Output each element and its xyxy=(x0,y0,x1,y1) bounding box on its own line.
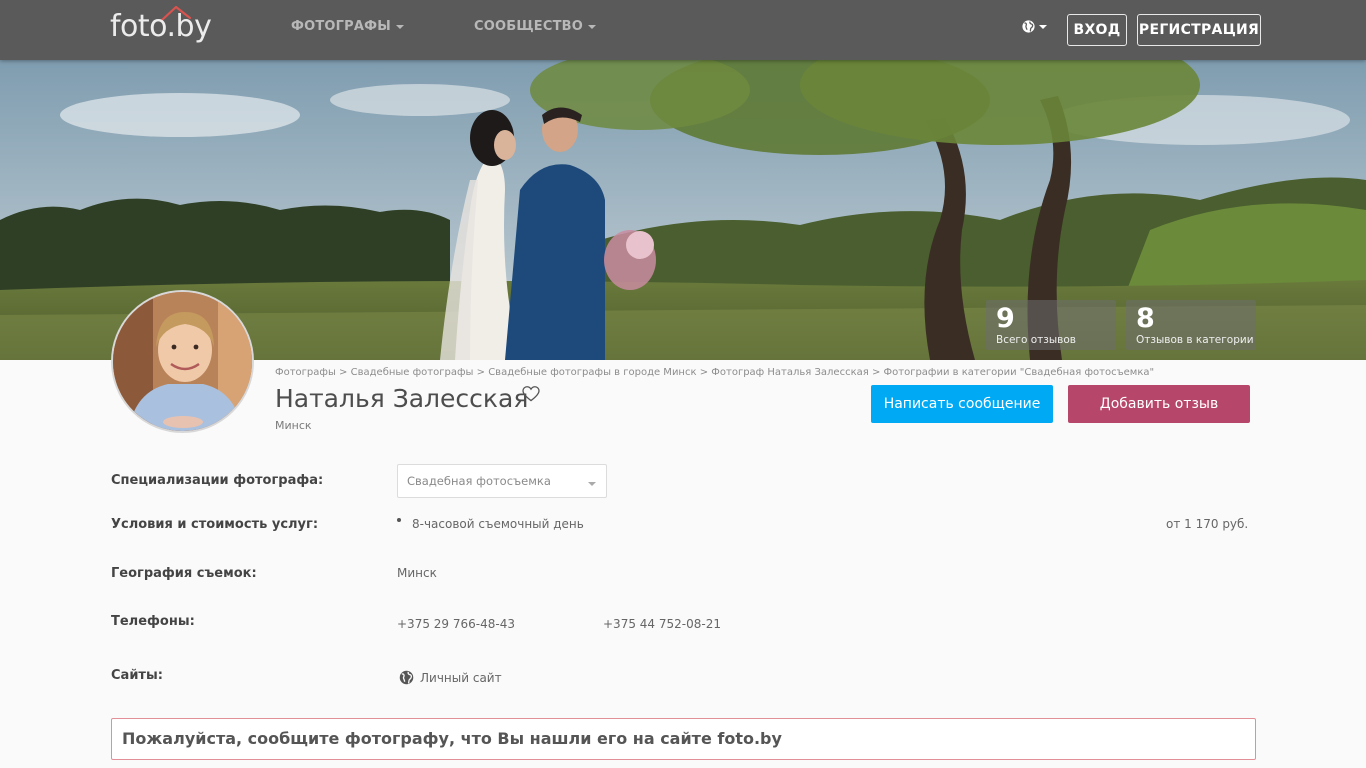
specialization-label: Специализации фотографа: xyxy=(111,473,324,488)
specialization-select[interactable]: Свадебная фотосъемка xyxy=(397,464,607,498)
caret-down-icon xyxy=(588,482,596,486)
personal-site-label: Личный сайт xyxy=(420,670,502,685)
breadcrumb-separator: > xyxy=(476,367,485,378)
caret-down-icon xyxy=(395,24,404,29)
stat-total-reviews: 9 Всего отзывов xyxy=(986,300,1116,350)
add-review-button[interactable]: Добавить отзыв xyxy=(1068,385,1250,423)
stat-total-reviews-value: 9 xyxy=(996,303,1015,334)
services-label: Условия и стоимость услуг: xyxy=(111,517,319,532)
breadcrumb-item-photographers[interactable]: Фотографы xyxy=(275,367,336,378)
globe-icon xyxy=(1022,20,1035,33)
register-button[interactable]: РЕГИСТРАЦИЯ xyxy=(1137,14,1261,46)
breadcrumb-item-wedding-minsk[interactable]: Свадебные фотографы в городе Минск xyxy=(488,367,696,378)
phone-primary[interactable]: +375 29 766-48-43 xyxy=(397,617,515,631)
photographer-city: Минск xyxy=(275,419,312,432)
list-bullet xyxy=(397,518,401,522)
breadcrumb-separator: > xyxy=(339,367,348,378)
breadcrumb-item-category[interactable]: Фотографии в категории "Свадебная фотосъ… xyxy=(884,367,1155,378)
language-selector[interactable] xyxy=(1022,20,1047,33)
breadcrumb-item-photographer[interactable]: Фотограф Наталья Залесская xyxy=(711,367,868,378)
site-logo[interactable]: foto.by xyxy=(110,4,242,48)
notice-banner: Пожалуйста, сообщите фотографу, что Вы н… xyxy=(111,718,1256,760)
globe-icon xyxy=(399,670,414,685)
stat-category-reviews-label: Отзывов в категории xyxy=(1136,334,1254,346)
service-item: 8-часовой съемочный день xyxy=(412,517,584,531)
specialization-selected-value: Свадебная фотосъемка xyxy=(407,474,551,488)
nav-community-menu[interactable]: СООБЩЕСТВО xyxy=(474,19,597,34)
nav-photographers-menu[interactable]: ФОТОГРАФЫ xyxy=(291,19,404,34)
logo-text: foto.by xyxy=(110,9,212,44)
breadcrumb-item-wedding[interactable]: Свадебные фотографы xyxy=(351,367,474,378)
caret-down-icon xyxy=(588,24,597,29)
service-price: от 1 170 руб. xyxy=(1166,517,1249,531)
phone-secondary[interactable]: +375 44 752-08-21 xyxy=(603,617,721,631)
photographer-name: Наталья Залесская xyxy=(275,384,529,413)
nav-community-label: СООБЩЕСТВО xyxy=(474,19,584,34)
geography-value: Минск xyxy=(397,566,437,580)
caret-down-icon xyxy=(1039,24,1047,29)
stat-category-reviews-value: 8 xyxy=(1136,303,1155,334)
stat-total-reviews-label: Всего отзывов xyxy=(996,334,1076,346)
avatar[interactable] xyxy=(111,290,254,433)
breadcrumb-separator: > xyxy=(871,367,881,378)
heart-outline-icon xyxy=(522,386,540,402)
nav-photographers-label: ФОТОГРАФЫ xyxy=(291,19,391,34)
favorite-button[interactable] xyxy=(522,386,540,406)
breadcrumb: Фотографы > Свадебные фотографы > Свадеб… xyxy=(275,367,1154,378)
phones-label: Телефоны: xyxy=(111,614,195,629)
sites-label: Сайты: xyxy=(111,668,163,683)
breadcrumb-separator: > xyxy=(699,367,709,378)
login-button[interactable]: ВХОД xyxy=(1067,14,1127,46)
top-navigation-bar: foto.by ФОТОГРАФЫ СООБЩЕСТВО ВХОД РЕГИСТ… xyxy=(0,0,1366,60)
personal-site-link[interactable]: Личный сайт xyxy=(399,670,502,685)
write-message-button[interactable]: Написать сообщение xyxy=(871,385,1053,423)
stat-category-reviews: 8 Отзывов в категории xyxy=(1126,300,1256,350)
geography-label: География съемок: xyxy=(111,566,257,581)
